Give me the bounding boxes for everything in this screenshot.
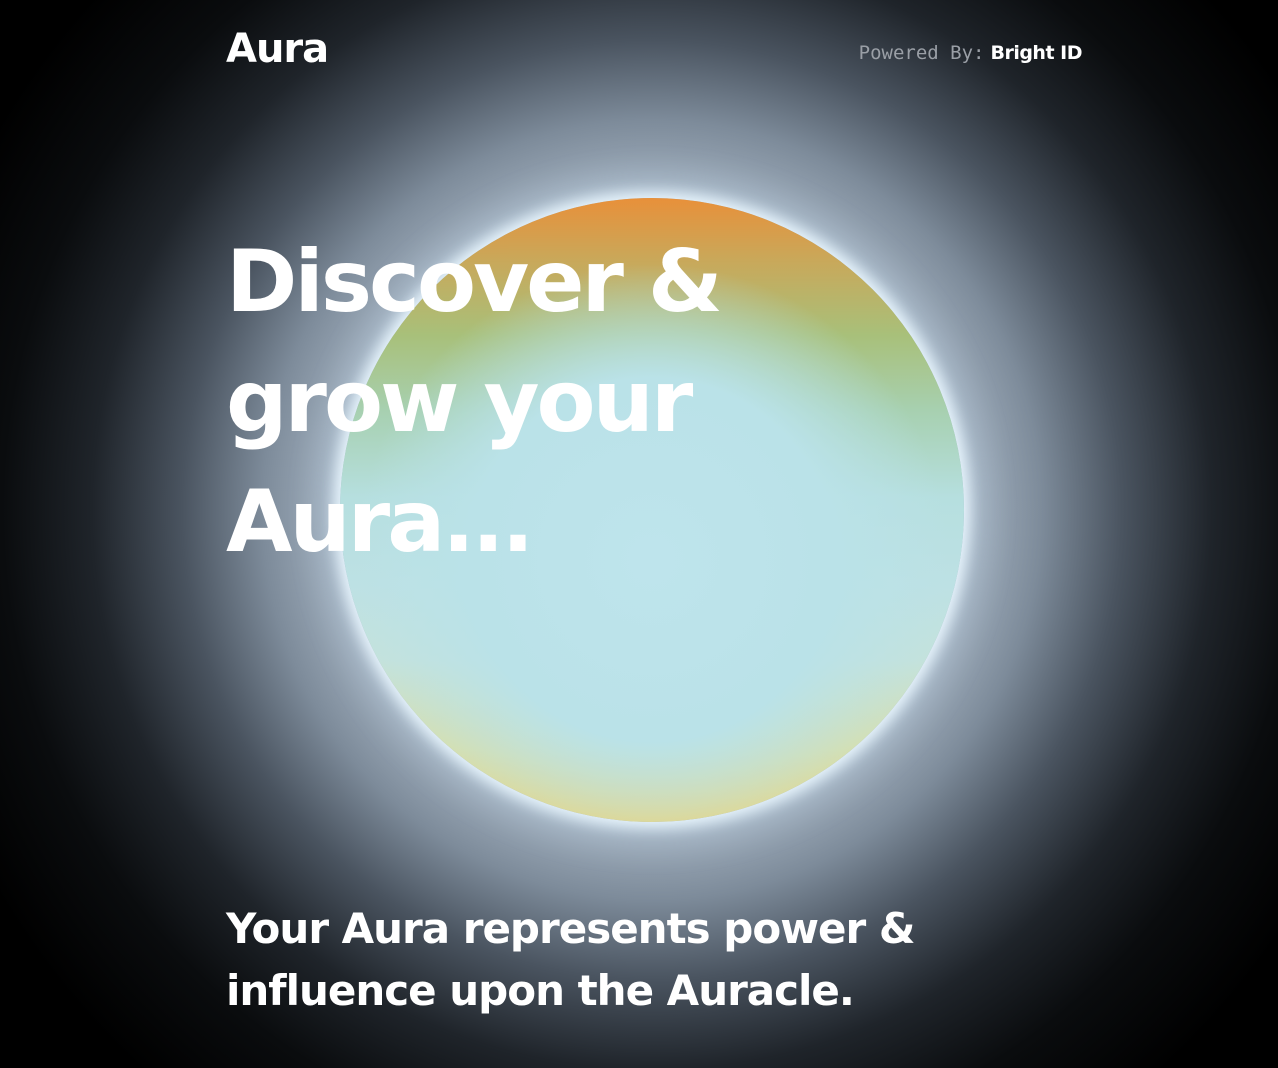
landing-page: Aura Powered By: Bright ID Discover & gro… [0, 0, 1278, 1068]
bright-id-link[interactable]: Bright ID [990, 42, 1082, 64]
aura-logo[interactable]: Aura [226, 26, 329, 72]
hero-tagline: Your Aura represents power & influence u… [226, 904, 915, 1015]
powered-by: Powered By: Bright ID [858, 42, 1083, 64]
powered-by-label: Powered By: [858, 42, 985, 64]
hero-headline: Discover & grow your Aura... [226, 232, 723, 572]
